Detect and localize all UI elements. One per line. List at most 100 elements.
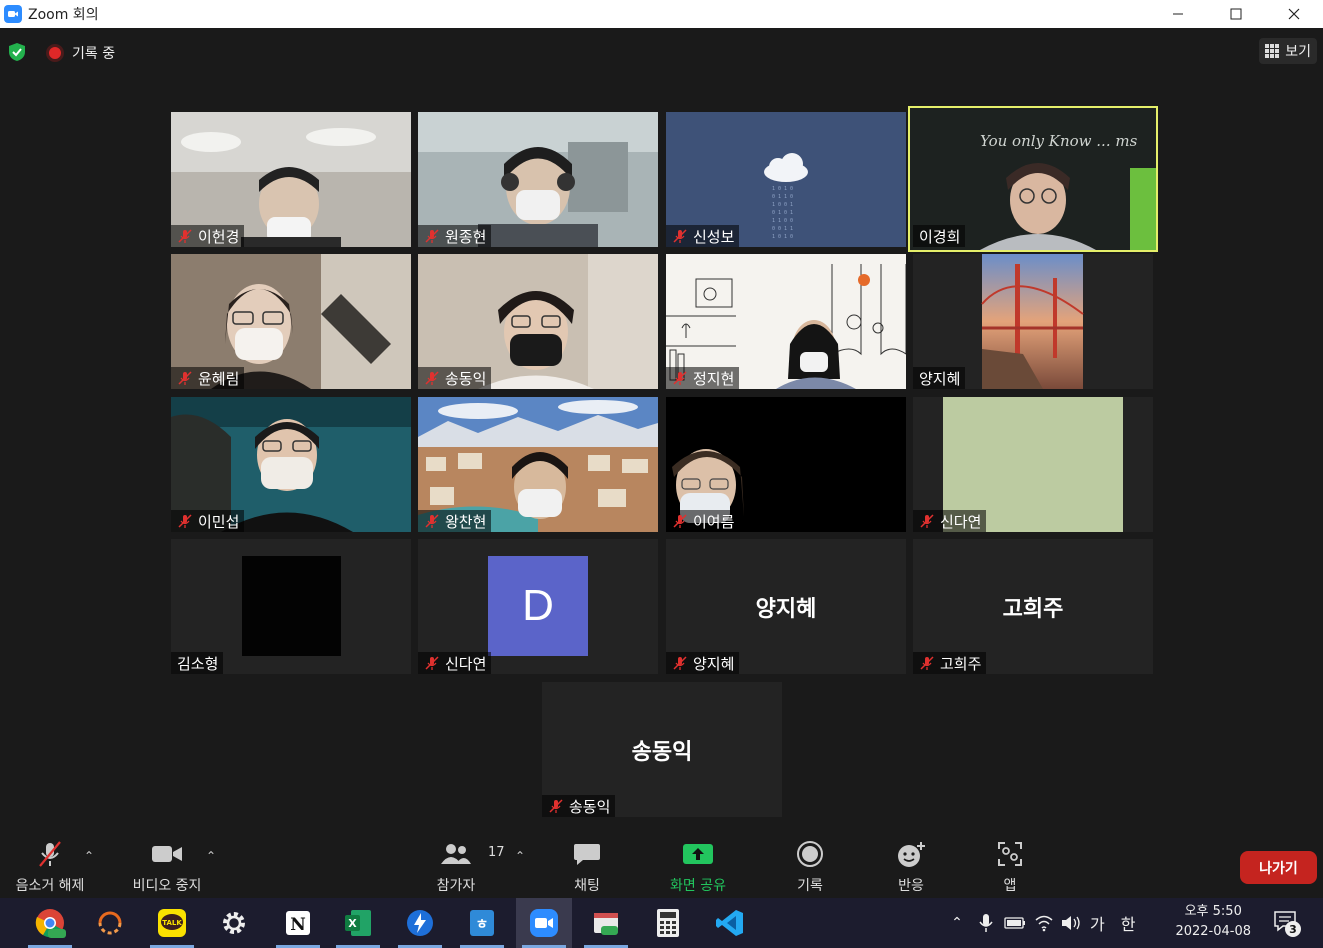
taskbar-chrome[interactable] xyxy=(22,898,78,948)
video-tile-p11[interactable]: 이여름 xyxy=(666,397,906,532)
participant-namebar: 왕찬현 xyxy=(418,510,492,532)
video-tile-p14[interactable]: D 신다연 xyxy=(418,539,658,674)
battery-icon[interactable] xyxy=(1004,916,1026,930)
minimize-button[interactable] xyxy=(1149,0,1207,28)
video-tile-p15[interactable]: 양지혜 양지혜 xyxy=(666,539,906,674)
video-tile-p4-active-speaker[interactable]: You only Know ... ms 이경희 xyxy=(908,106,1158,252)
participant-name: 양지혜 xyxy=(693,654,735,673)
video-tile-p5[interactable]: 윤혜림 xyxy=(171,254,411,389)
excel-icon: X xyxy=(345,910,371,936)
recording-indicator[interactable]: 기록 중 xyxy=(46,43,115,63)
taskbar-app-orange[interactable] xyxy=(82,898,138,948)
participant-namebar: 양지혜 xyxy=(666,652,740,674)
share-screen-label: 화면 공유 xyxy=(670,878,726,894)
unmute-label: 음소거 해제 xyxy=(15,878,85,894)
tray-overflow-chevron-icon[interactable]: ⌃ xyxy=(946,915,968,931)
svg-text:N: N xyxy=(290,915,306,935)
recording-label: 기록 중 xyxy=(72,46,116,62)
taskbar-excel[interactable]: X xyxy=(330,898,386,948)
video-tile-p6[interactable]: 송동익 xyxy=(418,254,658,389)
svg-text:TALK: TALK xyxy=(162,919,182,927)
taskbar-zoom[interactable] xyxy=(516,898,572,948)
window-title: Zoom 회의 xyxy=(28,7,99,23)
video-tile-p2[interactable]: 원종현 xyxy=(418,112,658,247)
windows-taskbar: TALK N X ㅎ ⌃ 가 한 오후 5:50 2022-04-08 3 xyxy=(0,898,1323,948)
app-window-icon xyxy=(594,913,618,935)
share-screen-button[interactable]: 화면 공유 xyxy=(662,835,734,898)
leave-meeting-button[interactable]: 나가기 xyxy=(1240,851,1317,884)
svg-text:1 1 0 0: 1 1 0 0 xyxy=(772,218,793,224)
video-tile-p17[interactable]: 송동익 송동익 xyxy=(542,682,782,817)
mic-muted-icon xyxy=(425,656,439,670)
chat-button[interactable]: 채팅 xyxy=(566,835,608,898)
ime-mode-indicator[interactable]: 가 xyxy=(1090,911,1105,935)
close-button[interactable] xyxy=(1265,0,1323,28)
video-tile-p12[interactable]: 신다연 xyxy=(913,397,1153,532)
participant-namebar: 송동익 xyxy=(542,795,616,817)
taskbar-vscode[interactable] xyxy=(702,898,758,948)
app-bolt-icon xyxy=(407,910,433,936)
taskbar-calculator[interactable] xyxy=(640,898,696,948)
taskbar-kakaotalk[interactable]: TALK xyxy=(144,898,200,948)
video-tile-p16[interactable]: 고희주 고희주 xyxy=(913,539,1153,674)
taskbar-hangul[interactable]: ㅎ xyxy=(454,898,510,948)
participant-name: 고희주 xyxy=(940,654,982,673)
ime-language-indicator[interactable]: 한 xyxy=(1121,911,1136,935)
apps-button[interactable]: 앱 xyxy=(992,835,1028,898)
video-tile-p9[interactable]: 이민섭 xyxy=(171,397,411,532)
zoom-logo-icon xyxy=(4,5,22,23)
grid-view-icon xyxy=(1265,44,1280,58)
mic-muted-icon xyxy=(673,229,687,243)
taskbar-notion[interactable]: N xyxy=(270,898,326,948)
taskbar-app-blue[interactable] xyxy=(392,898,448,948)
video-tile-p8[interactable]: 양지혜 xyxy=(913,254,1153,389)
taskbar-settings[interactable] xyxy=(206,898,262,948)
participants-count: 17 xyxy=(488,845,505,860)
video-options-chevron-icon[interactable]: ⌃ xyxy=(206,849,216,863)
notification-speech-icon: 3 xyxy=(1274,911,1301,937)
video-camera-icon xyxy=(152,846,182,862)
share-screen-icon xyxy=(683,844,713,864)
participant-namebar: 고희주 xyxy=(913,652,987,674)
mic-muted-icon xyxy=(920,514,934,528)
reactions-button[interactable]: 반응 xyxy=(890,835,932,898)
video-tile-p10[interactable]: 왕찬현 xyxy=(418,397,658,532)
mic-muted-icon xyxy=(673,371,687,385)
mic-muted-icon xyxy=(920,656,934,670)
chrome-icon xyxy=(35,909,66,938)
microphone-tray-icon[interactable] xyxy=(976,912,996,934)
maximize-icon xyxy=(1230,8,1242,20)
taskbar-app-window[interactable] xyxy=(578,898,634,948)
participants-button[interactable]: 17 참가자 xyxy=(428,835,505,898)
clock-time: 오후 5:50 xyxy=(1184,904,1242,919)
participant-namebar: 신다연 xyxy=(418,652,492,674)
video-tile-p3[interactable]: 1 0 1 0 0 1 1 0 1 0 0 1 0 1 0 1 1 1 0 0 0 0 … xyxy=(666,112,906,247)
video-tile-p7[interactable]: 정지현 xyxy=(666,254,906,389)
audio-options-chevron-icon[interactable]: ⌃ xyxy=(84,849,94,863)
kakaotalk-icon: TALK xyxy=(158,909,186,937)
notification-center-button[interactable]: 3 xyxy=(1273,910,1303,942)
video-tile-p1[interactable]: 이헌경 xyxy=(171,112,411,247)
wifi-icon[interactable] xyxy=(1034,914,1054,932)
view-button[interactable]: 보기 xyxy=(1259,38,1317,64)
whiteboard-text: You only Know ... ms xyxy=(980,132,1138,150)
maximize-button[interactable] xyxy=(1207,0,1265,28)
participants-options-chevron-icon[interactable]: ⌃ xyxy=(515,849,525,863)
participant-namebar: 윤혜림 xyxy=(171,367,245,389)
view-label: 보기 xyxy=(1285,44,1311,60)
record-button[interactable]: 기록 xyxy=(790,835,830,898)
record-icon xyxy=(797,841,823,867)
chat-icon xyxy=(574,844,600,865)
participant-name: 신성보 xyxy=(693,227,735,246)
participant-namebar: 양지혜 xyxy=(913,367,966,389)
speaker-volume-icon[interactable] xyxy=(1060,914,1082,932)
stop-video-button[interactable]: 비디오 중지 xyxy=(124,835,210,898)
mic-muted-icon xyxy=(39,841,61,867)
zoom-icon xyxy=(530,909,558,937)
encryption-shield-icon[interactable] xyxy=(8,42,26,62)
unmute-button[interactable]: 음소거 해제 xyxy=(8,835,92,898)
taskbar-clock[interactable]: 오후 5:50 2022-04-08 xyxy=(1175,902,1251,942)
video-tile-p13[interactable]: 김소형 xyxy=(171,539,411,674)
app-spinner-icon xyxy=(98,911,122,935)
svg-text:1 0 1 0: 1 0 1 0 xyxy=(772,234,793,240)
